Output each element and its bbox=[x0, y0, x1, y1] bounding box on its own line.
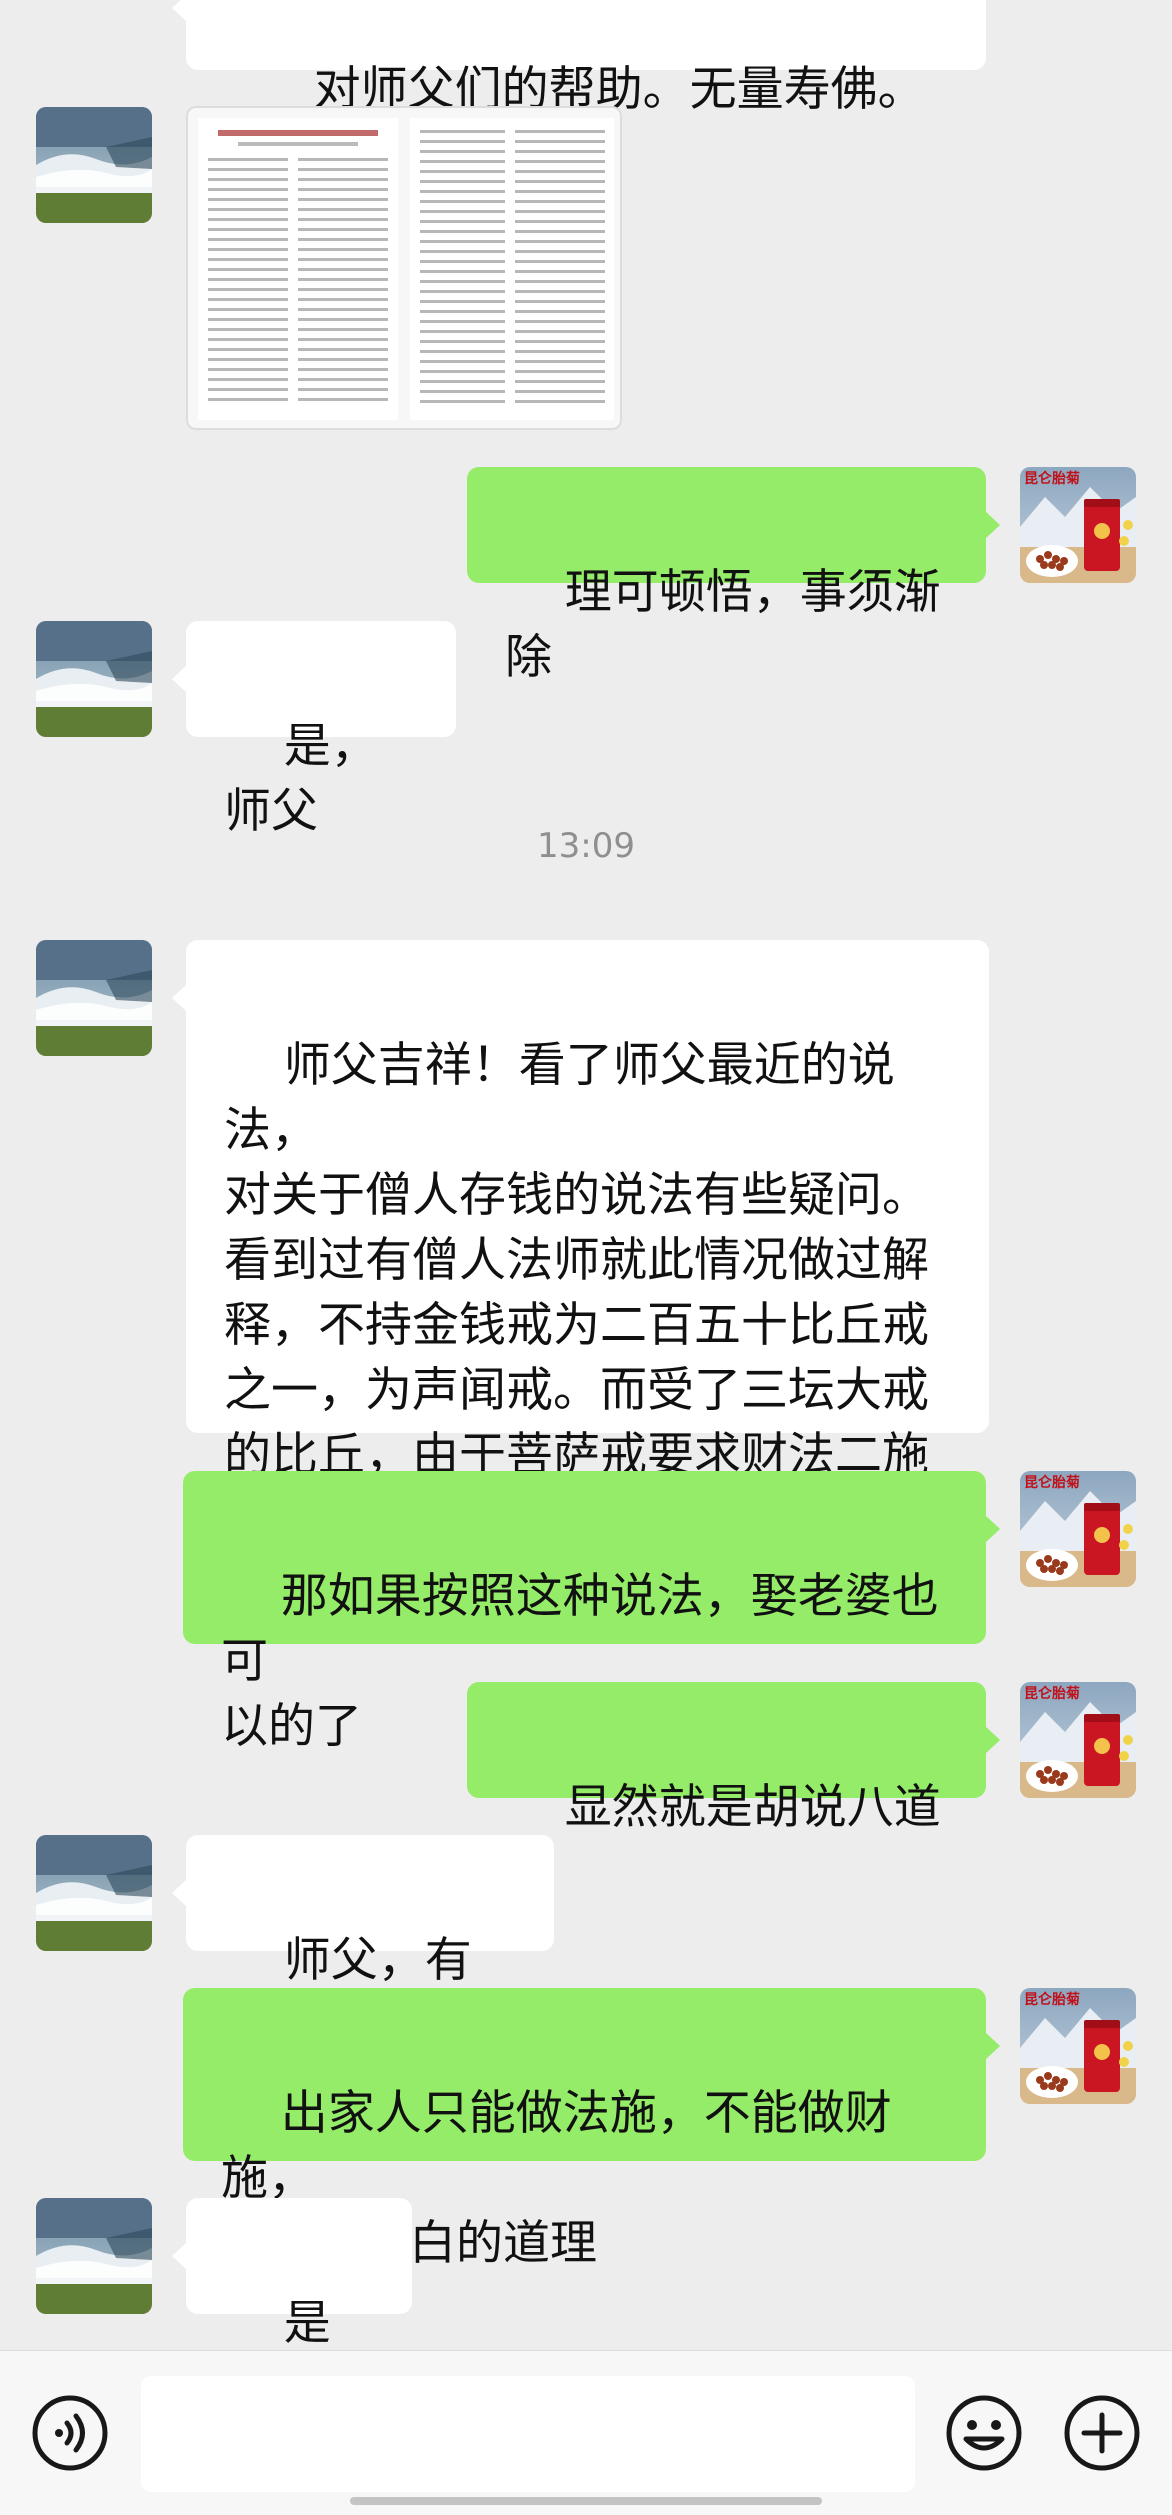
voice-button[interactable] bbox=[30, 2393, 110, 2473]
message-text: 是，师父 bbox=[224, 719, 378, 839]
message-bubble-incoming[interactable]: 对师父们的帮助。无量寿佛。 bbox=[172, 0, 986, 117]
contact-avatar[interactable] bbox=[36, 940, 152, 1056]
waterfall-avatar-image bbox=[36, 2198, 152, 2314]
waterfall-avatar-image bbox=[36, 621, 152, 737]
self-avatar[interactable]: 昆仑胎菊 bbox=[1020, 1682, 1136, 1798]
message-bubble-incoming[interactable]: 是的🙏 bbox=[172, 2198, 412, 2350]
contact-avatar[interactable] bbox=[36, 2198, 152, 2314]
avatar-logo-text: 昆仑胎菊 bbox=[1024, 1685, 1080, 1702]
tea-product-avatar-image: 昆仑胎菊 bbox=[1020, 1988, 1136, 2104]
timestamp: 13:09 bbox=[537, 826, 635, 866]
self-avatar[interactable]: 昆仑胎菊 bbox=[1020, 1988, 1136, 2104]
tea-product-avatar-image: 昆仑胎菊 bbox=[1020, 1682, 1136, 1798]
message-bubble-incoming[interactable]: 是，师父 bbox=[172, 621, 456, 839]
plus-button[interactable] bbox=[1062, 2393, 1142, 2473]
emoji-icon bbox=[946, 2395, 1022, 2471]
message-bubble-incoming[interactable]: 师父，有道理 bbox=[172, 1835, 554, 2053]
message-bubble-outgoing[interactable]: 显然就是胡说八道的 bbox=[467, 1682, 1000, 1900]
contact-avatar[interactable] bbox=[36, 621, 152, 737]
waterfall-avatar-image bbox=[36, 940, 152, 1056]
message-bubble-outgoing[interactable]: 理可顿悟，事须渐除 bbox=[467, 467, 1000, 685]
contact-avatar[interactable] bbox=[36, 1835, 152, 1951]
waterfall-avatar-image bbox=[36, 107, 152, 223]
emoji-button[interactable] bbox=[944, 2393, 1024, 2473]
message-bubble-outgoing[interactable]: 那如果按照这种说法，娶老婆也可 以的了 bbox=[183, 1471, 1000, 1754]
tea-product-avatar-image: 昆仑胎菊 bbox=[1020, 1471, 1136, 1587]
message-input[interactable] bbox=[141, 2376, 915, 2492]
voice-icon bbox=[32, 2395, 108, 2471]
home-indicator bbox=[350, 2497, 822, 2505]
message-text: 显然就是胡说八道的 bbox=[505, 1780, 941, 1900]
svg-text:昆仑胎菊: 昆仑胎菊 bbox=[1024, 1991, 1080, 2008]
svg-text:昆仑胎菊: 昆仑胎菊 bbox=[1024, 1474, 1080, 1491]
self-avatar[interactable]: 昆仑胎菊 bbox=[1020, 1471, 1136, 1587]
plus-icon bbox=[1064, 2395, 1140, 2471]
message-text: 理可顿悟，事须渐除 bbox=[505, 565, 941, 685]
message-bubble-incoming[interactable]: 师父吉祥！看了师父最近的说法， 对关于僧人存钱的说法有些疑问。 看到过有僧人法师… bbox=[172, 940, 989, 1548]
svg-text:昆仑胎菊: 昆仑胎菊 bbox=[1024, 1685, 1080, 1702]
avatar-logo-text: 昆仑胎菊 bbox=[1024, 1991, 1080, 2008]
avatar-logo-text: 昆仑胎菊 bbox=[1024, 470, 1080, 487]
chat-area[interactable]: 对师父们的帮助。无量寿佛。 昆仑胎菊 理可顿悟，事须渐除 是，师父 13:09 … bbox=[0, 0, 1172, 2350]
message-text: 是的🙏 bbox=[283, 2296, 331, 2350]
input-bar bbox=[0, 2350, 1172, 2515]
contact-avatar[interactable] bbox=[36, 107, 152, 223]
svg-text:昆仑胎菊: 昆仑胎菊 bbox=[1024, 470, 1080, 487]
waterfall-avatar-image bbox=[36, 1835, 152, 1951]
avatar-logo-text: 昆仑胎菊 bbox=[1024, 1474, 1080, 1491]
self-avatar[interactable]: 昆仑胎菊 bbox=[1020, 467, 1136, 583]
message-bubble-outgoing[interactable]: 出家人只能做法施，不能做财施， 这是很明白的道理 bbox=[183, 1988, 1000, 2271]
tea-product-avatar-image: 昆仑胎菊 bbox=[1020, 467, 1136, 583]
document-image-message[interactable] bbox=[186, 106, 622, 430]
document-scan-image bbox=[188, 108, 620, 428]
